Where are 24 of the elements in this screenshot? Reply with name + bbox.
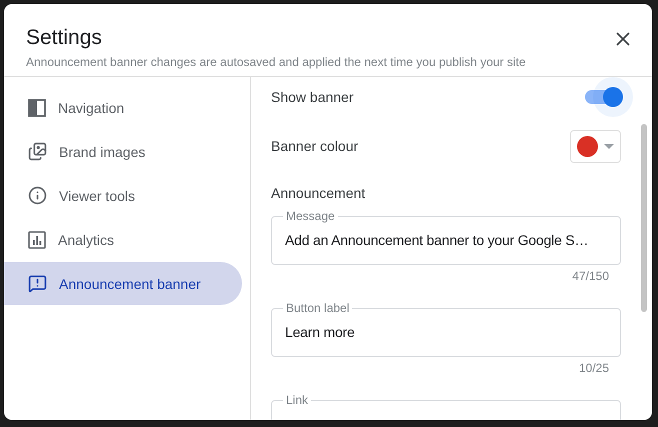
info-icon [28,186,47,205]
toggle-switch[interactable] [585,89,621,105]
colour-picker[interactable] [570,130,621,162]
text-field[interactable]: Link [271,393,621,420]
bar-chart-icon [28,230,46,248]
sidebar-item[interactable]: Analytics [4,218,242,261]
setting-label: Banner colour [271,138,358,154]
dialog-title: Settings [26,26,103,50]
sidebar-layout-icon [28,98,46,116]
images-icon [28,142,47,161]
section-title: Announcement [271,184,366,201]
text-field[interactable]: Button label Learn more [271,301,621,357]
sidebar-item[interactable]: Viewer tools [4,174,242,217]
character-counter: 10/25 [578,361,609,375]
sidebar-item[interactable]: Navigation [4,86,242,129]
scrollbar[interactable] [641,124,647,312]
sidebar-item[interactable]: Announcement banner [4,262,242,305]
dialog-subtitle: Announcement banner changes are autosaved and applied the next time you publish your site [26,55,526,69]
setting-label: Show banner [271,89,354,105]
message-alert-icon [28,274,47,293]
caret-icon [604,144,614,148]
character-counter: 47/150 [572,269,609,283]
text-field[interactable]: Message Add an Announcement banner to your Google S… [271,209,621,265]
sidebar-item[interactable]: Brand images [4,130,242,173]
